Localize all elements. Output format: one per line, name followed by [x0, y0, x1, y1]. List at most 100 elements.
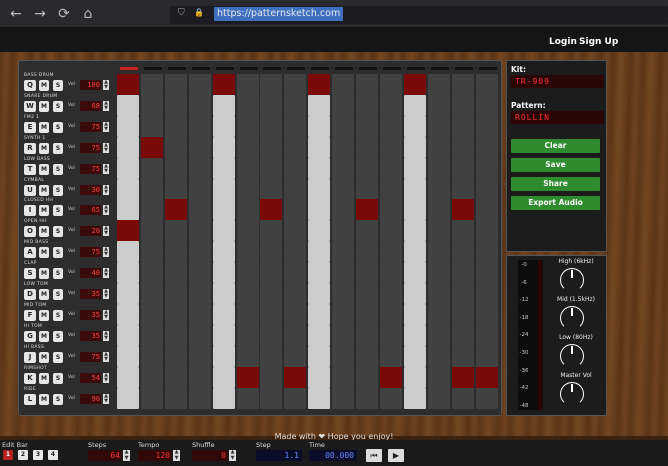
step-cell[interactable]	[451, 324, 474, 346]
step-cell[interactable]	[236, 324, 259, 346]
step-cell[interactable]	[427, 136, 450, 158]
step-cell[interactable]	[403, 178, 426, 200]
step-cell[interactable]	[427, 303, 450, 325]
step-cell[interactable]	[164, 178, 187, 200]
volume-stepper[interactable]: ▲ ▼	[103, 351, 109, 362]
volume-stepper[interactable]: ▲ ▼	[103, 268, 109, 279]
volume-stepper[interactable]: ▲ ▼	[103, 247, 109, 258]
step-cell[interactable]	[140, 157, 163, 179]
step-cell[interactable]	[308, 262, 331, 284]
step-cell[interactable]	[332, 241, 355, 263]
step-cell[interactable]	[284, 74, 307, 95]
step-cell[interactable]	[212, 74, 235, 95]
trigger-key-k[interactable]: K	[24, 372, 36, 384]
step-cell[interactable]	[451, 115, 474, 137]
step-cell[interactable]	[212, 262, 235, 284]
shuffle-stepper[interactable]: ▲ ▼	[229, 449, 236, 461]
step-cell[interactable]	[356, 136, 378, 158]
step-cell[interactable]	[164, 136, 187, 158]
step-cell[interactable]	[475, 178, 498, 200]
volume-stepper[interactable]: ▲ ▼	[103, 163, 109, 174]
step-cell[interactable]	[260, 387, 283, 409]
step-cell[interactable]	[475, 387, 498, 409]
step-cell[interactable]	[403, 220, 426, 242]
step-cell[interactable]	[427, 241, 450, 263]
signup-link[interactable]: Sign Up	[579, 37, 618, 47]
step-cell[interactable]	[356, 115, 378, 137]
step-cell[interactable]	[260, 136, 283, 158]
step-cell[interactable]	[284, 157, 307, 179]
spin-down-icon[interactable]: ▼	[104, 356, 108, 362]
step-cell[interactable]	[403, 345, 426, 367]
step-cell[interactable]	[379, 157, 402, 179]
step-cell[interactable]	[188, 241, 211, 263]
step-cell[interactable]	[308, 220, 331, 242]
step-cell[interactable]	[188, 283, 211, 304]
volume-stepper[interactable]: ▲ ▼	[103, 205, 109, 216]
step-cell[interactable]	[212, 94, 235, 116]
volume-field[interactable]: 75	[80, 163, 101, 174]
knob-icon[interactable]	[560, 268, 584, 292]
volume-field[interactable]: 75	[80, 142, 101, 153]
volume-stepper[interactable]: ▲ ▼	[103, 393, 109, 404]
step-cell[interactable]	[212, 115, 235, 137]
step-cell[interactable]	[332, 220, 355, 242]
step-cell[interactable]	[475, 283, 498, 304]
step-cell[interactable]	[164, 366, 187, 388]
step-cell[interactable]	[212, 283, 235, 304]
home-icon[interactable]: ⌂	[80, 6, 96, 22]
step-cell[interactable]	[403, 74, 426, 95]
mute-button[interactable]: M	[39, 372, 49, 384]
step-cell[interactable]	[332, 157, 355, 179]
step-cell[interactable]	[332, 324, 355, 346]
step-cell[interactable]	[427, 178, 450, 200]
step-cell[interactable]	[284, 220, 307, 242]
mute-button[interactable]: M	[39, 351, 49, 363]
step-cell[interactable]	[475, 303, 498, 325]
forward-icon[interactable]: →	[32, 6, 48, 22]
step-cell[interactable]	[308, 199, 331, 221]
step-cell[interactable]	[140, 262, 163, 284]
step-cell[interactable]	[427, 262, 450, 284]
trigger-key-w[interactable]: W	[24, 100, 36, 112]
step-cell[interactable]	[332, 345, 355, 367]
tempo-value[interactable]: 120	[138, 450, 172, 461]
step-cell[interactable]	[188, 157, 211, 179]
edit-bar-3[interactable]: 3	[33, 450, 43, 460]
mute-button[interactable]: M	[39, 247, 49, 259]
step-cell[interactable]	[188, 262, 211, 284]
step-cell[interactable]	[379, 220, 402, 242]
step-cell[interactable]	[236, 366, 259, 388]
mute-button[interactable]: M	[39, 80, 49, 91]
step-cell[interactable]	[140, 199, 163, 221]
step-cell[interactable]	[164, 115, 187, 137]
step-cell[interactable]	[451, 262, 474, 284]
step-cell[interactable]	[260, 220, 283, 242]
step-cell[interactable]	[427, 94, 450, 116]
step-cell[interactable]	[260, 345, 283, 367]
step-cell[interactable]	[451, 345, 474, 367]
step-cell[interactable]	[356, 387, 378, 409]
step-cell[interactable]	[308, 74, 331, 95]
step-cell[interactable]	[236, 199, 259, 221]
step-cell[interactable]	[164, 199, 187, 221]
knob-icon[interactable]	[560, 382, 584, 406]
mute-button[interactable]: M	[39, 184, 49, 196]
step-cell[interactable]	[236, 303, 259, 325]
step-cell[interactable]	[284, 324, 307, 346]
trigger-key-q[interactable]: Q	[24, 80, 36, 91]
step-cell[interactable]	[212, 303, 235, 325]
trigger-key-o[interactable]: O	[24, 226, 36, 238]
volume-stepper[interactable]: ▲ ▼	[103, 330, 109, 341]
step-cell[interactable]	[236, 283, 259, 304]
step-cell[interactable]	[212, 241, 235, 263]
volume-field[interactable]: 100	[80, 80, 101, 90]
spin-down-icon[interactable]: ▼	[104, 230, 108, 236]
step-cell[interactable]	[332, 74, 355, 95]
step-cell[interactable]	[403, 94, 426, 116]
edit-bar-1[interactable]: 1	[3, 450, 13, 460]
step-cell[interactable]	[188, 94, 211, 116]
step-cell[interactable]	[403, 157, 426, 179]
step-cell[interactable]	[284, 387, 307, 409]
step-cell[interactable]	[427, 387, 450, 409]
